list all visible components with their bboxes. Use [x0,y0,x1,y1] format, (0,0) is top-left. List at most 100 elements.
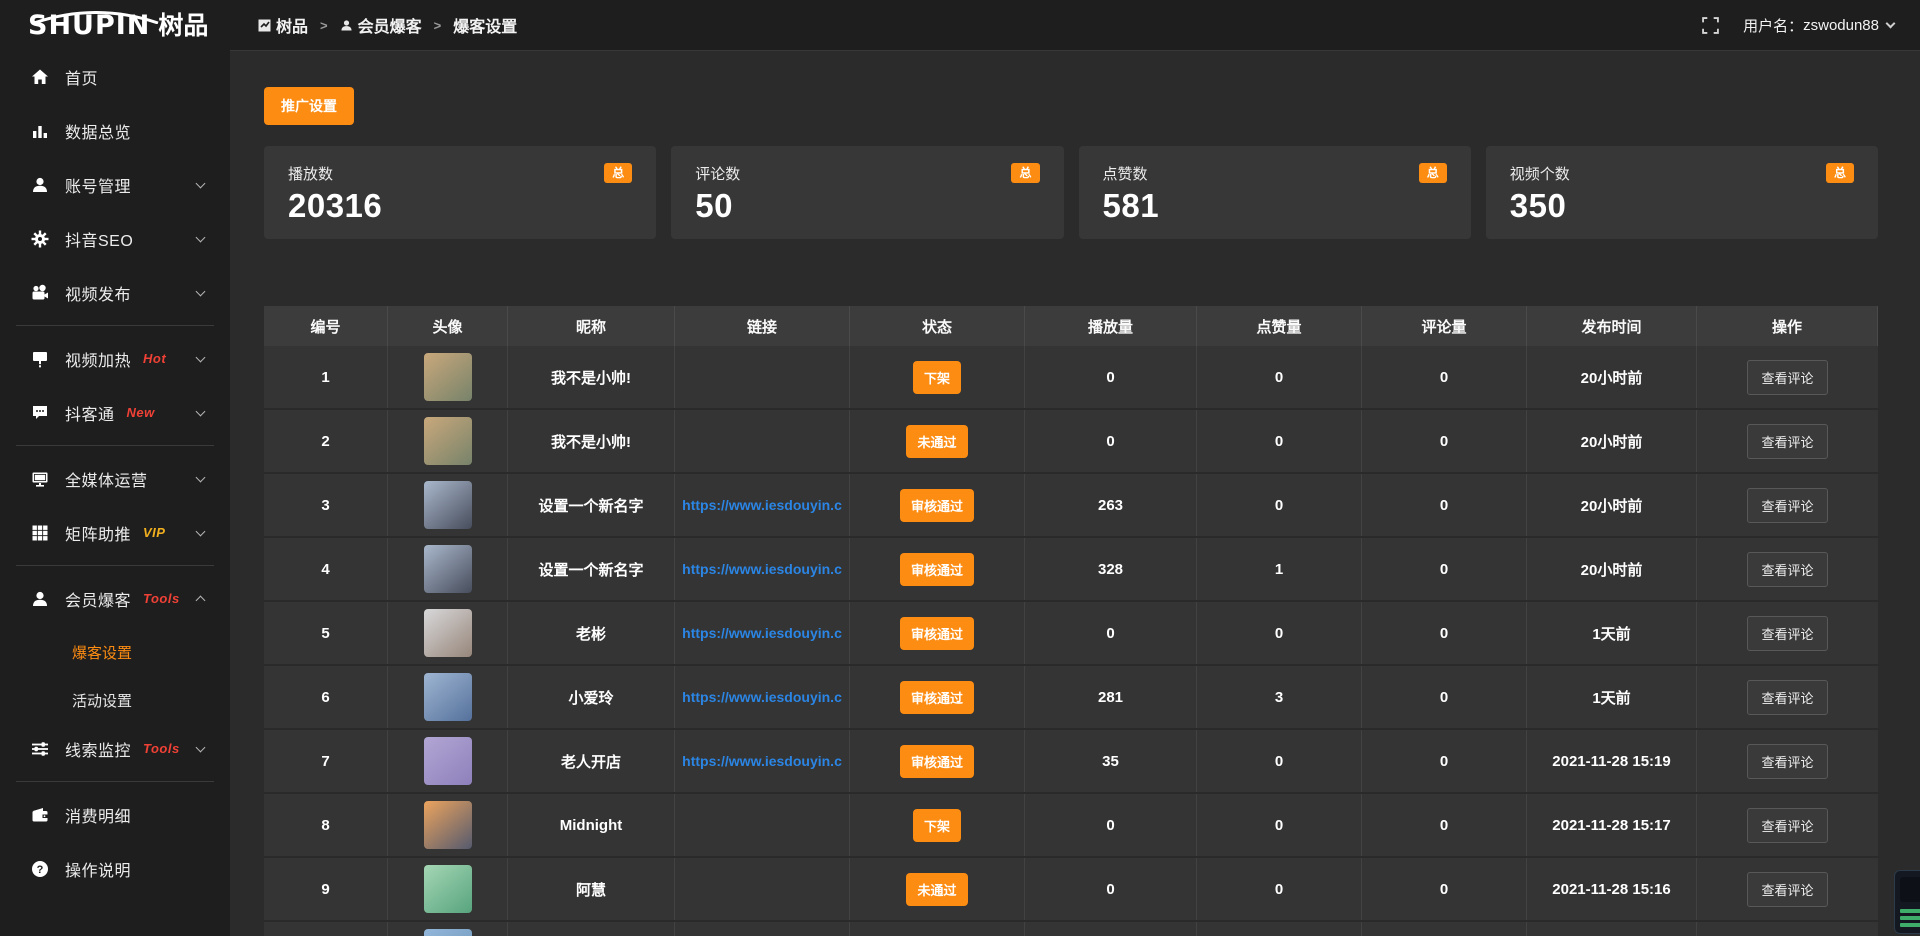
cell-publish-time: 2021-11-28 15:16 [1527,858,1697,920]
cell-number: 2 [264,410,388,472]
status-button[interactable]: 下架 [913,361,961,394]
cell-publish-time: 2021-11-28 15:19 [1527,730,1697,792]
avatar [424,865,472,913]
view-comments-button[interactable]: 查看评论 [1747,424,1827,459]
sidebar-item-data-overview[interactable]: 数据总览 [0,106,230,155]
cell-status: 下架 [850,346,1025,408]
status-button[interactable]: 未通过 [906,873,967,906]
view-comments-button[interactable]: 查看评论 [1747,616,1827,651]
cell-status: 未通过 [850,858,1025,920]
status-button[interactable]: 审核通过 [900,745,974,778]
status-button[interactable]: 审核通过 [900,489,974,522]
total-badge: 总 [1419,163,1447,183]
cell-nickname: 阿慧 [508,858,675,920]
view-comments-button[interactable]: 查看评论 [1747,744,1827,779]
cell-plays: 35 [1025,730,1197,792]
stat-card-label: 点赞数 [1103,163,1148,184]
view-comments-button[interactable]: 查看评论 [1747,488,1827,523]
tools-badge: Tools [143,591,180,606]
video-link[interactable]: https://www.iesdouyin.c [682,689,842,705]
question-circle-icon: ? [30,860,50,878]
status-button[interactable]: 审核通过 [900,553,974,586]
cell-link: https://www.iesdouyin.c [675,666,850,728]
table-header-cell: 状态 [850,306,1025,346]
cell-likes [1197,922,1362,936]
cell-action [1697,922,1878,936]
video-link[interactable]: https://www.iesdouyin.c [682,625,842,641]
sidebar-item-lead-monitor[interactable]: 线索监控 Tools [0,724,230,773]
sidebar-subitem-activity-settings[interactable]: 活动设置 [0,676,230,724]
status-button[interactable]: 未通过 [906,425,967,458]
view-comments-button[interactable]: 查看评论 [1747,872,1827,907]
user-icon [30,176,50,194]
stat-card: 点赞数 总 581 [1079,146,1471,239]
user-menu[interactable]: 用户名：zswodun88 [1743,15,1894,36]
view-comments-button[interactable]: 查看评论 [1747,552,1827,587]
sidebar-item-home[interactable]: 首页 [0,52,230,101]
video-link[interactable]: https://www.iesdouyin.c [682,561,842,577]
cell-comments: 0 [1362,794,1527,856]
cell-avatar [388,410,508,472]
cell-likes: 0 [1197,346,1362,408]
logo-arc [30,11,162,24]
breadcrumb-item-section[interactable]: 会员爆客 [340,13,422,37]
wallet-icon [30,806,50,824]
sidebar-item-matrix-boost[interactable]: 矩阵助推 VIP [0,508,230,557]
sidebar-subitem-baoke-settings[interactable]: 爆客设置 [0,628,230,676]
status-button[interactable]: 下架 [913,809,961,842]
view-comments-button[interactable]: 查看评论 [1747,680,1827,715]
stat-card-label: 视频个数 [1510,163,1570,184]
sidebar-item-video-publish[interactable]: 视频发布 [0,268,230,317]
table-header-cell: 编号 [264,306,388,346]
cell-publish-time: 20小时前 [1527,538,1697,600]
video-link[interactable]: https://www.iesdouyin.c [682,497,842,513]
view-comments-button[interactable]: 查看评论 [1747,360,1827,395]
status-button[interactable]: 审核通过 [900,681,974,714]
sidebar-item-account-management[interactable]: 账号管理 [0,160,230,209]
table-row: 2 我不是小帅! 未通过 0 0 0 20小时前 查看评论 [264,410,1878,474]
cell-nickname: 设置一个新名字 [508,538,675,600]
cell-link [675,794,850,856]
sidebar-divider [16,325,214,326]
cell-plays: 0 [1025,602,1197,664]
chevron-down-icon [196,352,206,362]
chevron-down-icon [196,742,206,752]
cell-link [675,922,850,936]
fullscreen-icon[interactable] [1702,17,1719,34]
sidebar-item-omnimedia[interactable]: 全媒体运营 [0,454,230,503]
sidebar-item-member-baoke[interactable]: 会员爆客 Tools [0,574,230,623]
cell-comments: 0 [1362,474,1527,536]
table-header-cell: 发布时间 [1527,306,1697,346]
table-row [264,922,1878,936]
sidebar-item-douketong[interactable]: 抖客通 New [0,388,230,437]
video-link[interactable]: https://www.iesdouyin.c [682,753,842,769]
cell-status: 下架 [850,794,1025,856]
cell-status: 审核通过 [850,474,1025,536]
sidebar-item-douyin-seo[interactable]: 抖音SEO [0,214,230,263]
avatar [424,609,472,657]
cell-comments: 0 [1362,666,1527,728]
videos-table: 编号 头像 昵称 链接 状态 播放量 点赞量 评论量 发布时间 操作 [264,306,1878,936]
sidebar-item-consumption-details[interactable]: 消费明细 [0,790,230,839]
app-logo: SHUPIN 树品 [0,12,230,39]
home-icon [30,68,50,86]
floating-widget[interactable] [1894,870,1920,934]
status-button[interactable]: 审核通过 [900,617,974,650]
sidebar-item-video-heat[interactable]: 视频加热 Hot [0,334,230,383]
sidebar-divider [16,445,214,446]
cell-avatar [388,602,508,664]
stat-card: 视频个数 总 350 [1486,146,1878,239]
table-header-cell: 点赞量 [1197,306,1362,346]
stat-card-label: 播放数 [288,163,333,184]
cell-status: 审核通过 [850,666,1025,728]
promotion-settings-button[interactable]: 推广设置 [264,87,354,125]
view-comments-button[interactable]: 查看评论 [1747,808,1827,843]
video-heat-icon [30,350,50,368]
avatar [424,481,472,529]
cell-action: 查看评论 [1697,346,1878,408]
cell-plays: 0 [1025,858,1197,920]
bar-chart-icon [30,122,50,140]
sidebar-item-instructions[interactable]: ? 操作说明 [0,844,230,893]
breadcrumb-item-home[interactable]: 树品 [258,13,308,37]
chevron-down-icon [1886,19,1896,29]
